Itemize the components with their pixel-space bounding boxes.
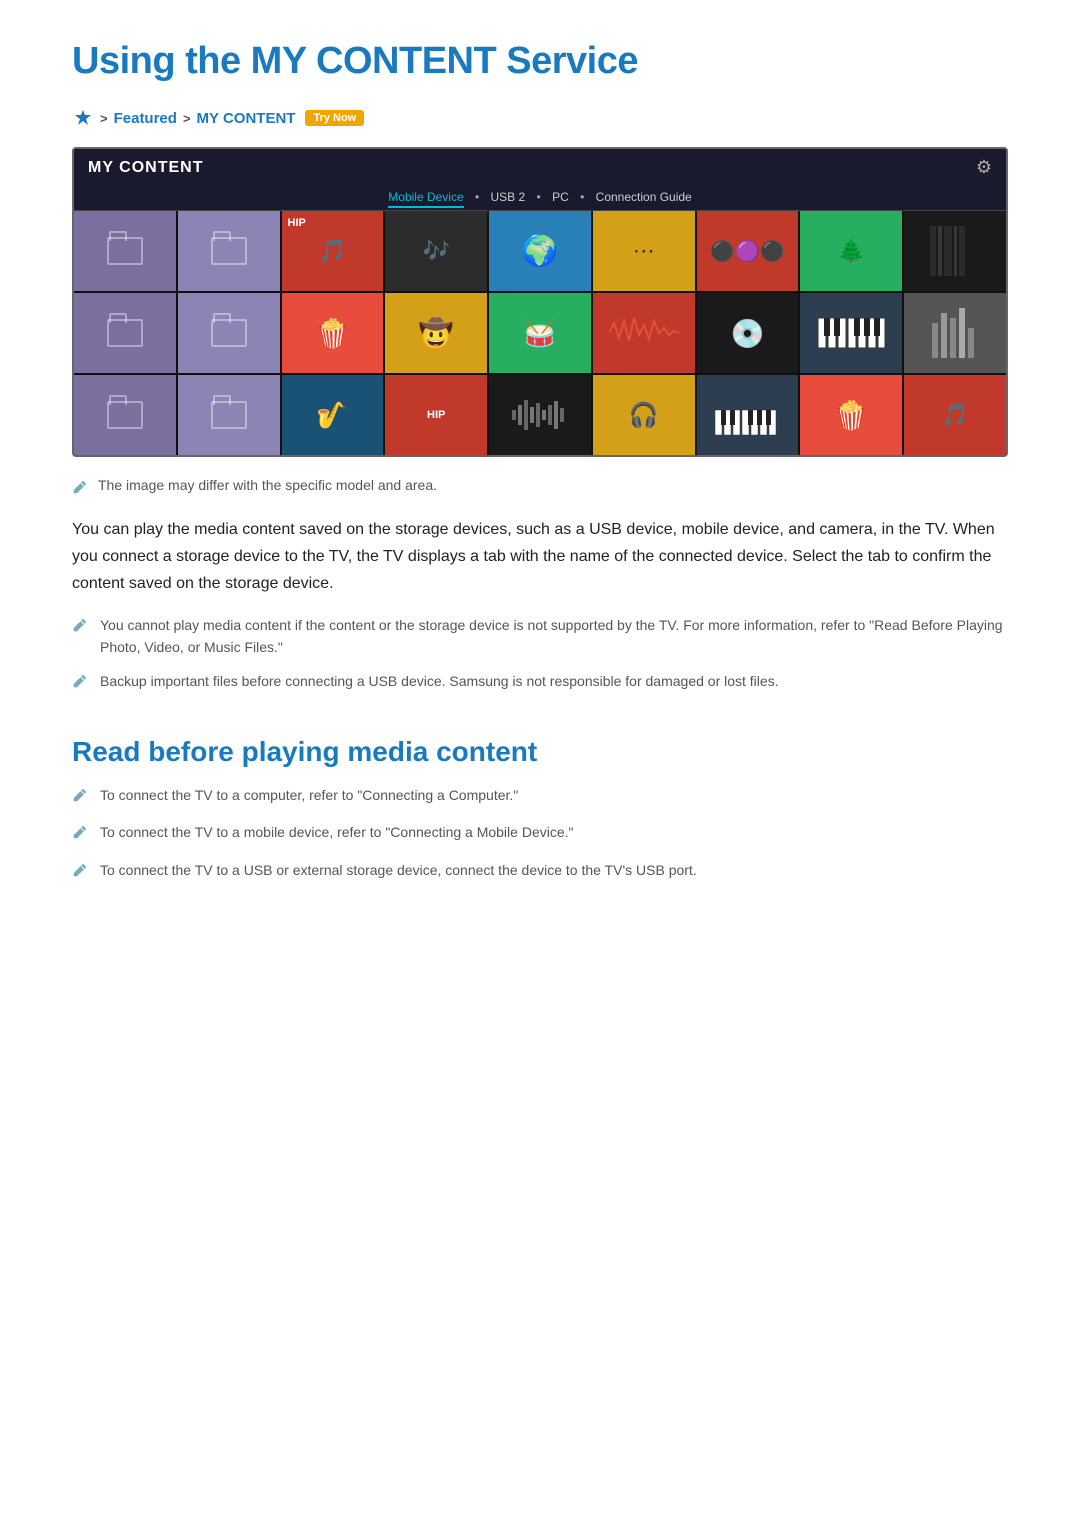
pencil-icon-6 <box>72 862 88 884</box>
section2-item-2: To connect the TV to a mobile device, re… <box>72 821 1008 846</box>
tile-21[interactable]: 🎷 <box>282 375 384 455</box>
tile-16[interactable]: 💿 <box>697 293 799 373</box>
tile-18[interactable] <box>904 293 1006 373</box>
breadcrumb-separator-2: > <box>183 111 191 126</box>
tile-15[interactable] <box>593 293 695 373</box>
tab-usb2[interactable]: USB 2 <box>491 190 526 204</box>
tile-7[interactable]: ⚫🟣⚫ <box>697 211 799 291</box>
section2-item-3: To connect the TV to a USB or external s… <box>72 859 1008 884</box>
panel-header: MY CONTENT ⚙ <box>74 149 1006 186</box>
tab-connection-guide[interactable]: Connection Guide <box>596 190 692 204</box>
panel-title: MY CONTENT <box>88 159 203 177</box>
section2-item-2-text: To connect the TV to a mobile device, re… <box>100 821 573 843</box>
breadcrumb: > Featured > MY CONTENT Try Now <box>72 107 1008 129</box>
media-grid: HIP 🎵 🎶 🌍 ⋯ ⚫🟣⚫ 🌲 <box>74 211 1006 455</box>
tile-22[interactable]: HIP <box>385 375 487 455</box>
breadcrumb-mycontent[interactable]: MY CONTENT <box>197 110 296 127</box>
tile-12[interactable]: 🍿 <box>282 293 384 373</box>
tile-14[interactable]: 🥁 <box>489 293 591 373</box>
image-note-text: The image may differ with the specific m… <box>98 477 437 493</box>
note-1-text: You cannot play media content if the con… <box>100 614 1008 659</box>
tile-6[interactable]: ⋯ <box>593 211 695 291</box>
note-2-text: Backup important files before connecting… <box>100 670 779 692</box>
tile-2[interactable] <box>178 211 280 291</box>
panel-tabs: Mobile Device • USB 2 • PC • Connection … <box>74 186 1006 211</box>
breadcrumb-featured[interactable]: Featured <box>114 110 177 127</box>
tile-8[interactable]: 🌲 <box>800 211 902 291</box>
tile-25[interactable] <box>697 375 799 455</box>
tile-23[interactable] <box>489 375 591 455</box>
pencil-icon-4 <box>72 787 88 809</box>
section2-item-1: To connect the TV to a computer, refer t… <box>72 784 1008 809</box>
tile-26[interactable]: 🍿 <box>800 375 902 455</box>
breadcrumb-separator-1: > <box>100 111 108 126</box>
tile-4[interactable]: 🎶 <box>385 211 487 291</box>
tile-11[interactable] <box>178 293 280 373</box>
tile-10[interactable] <box>74 293 176 373</box>
page-title: Using the MY CONTENT Service <box>72 40 1008 83</box>
try-now-badge[interactable]: Try Now <box>305 110 364 126</box>
section2-title: Read before playing media content <box>72 736 1008 768</box>
tile-13[interactable]: 🤠 <box>385 293 487 373</box>
pencil-icon-2 <box>72 617 88 639</box>
section2-item-1-text: To connect the TV to a computer, refer t… <box>100 784 518 806</box>
tile-3[interactable]: HIP 🎵 <box>282 211 384 291</box>
tile-24[interactable]: 🎧 <box>593 375 695 455</box>
mycontent-panel: MY CONTENT ⚙ Mobile Device • USB 2 • PC … <box>72 147 1008 457</box>
tile-1[interactable] <box>74 211 176 291</box>
pencil-icon-3 <box>72 673 88 695</box>
pencil-icon-1 <box>72 479 88 498</box>
tab-mobile-device[interactable]: Mobile Device <box>388 190 463 208</box>
tab-pc[interactable]: PC <box>552 190 569 204</box>
tile-17[interactable] <box>800 293 902 373</box>
pencil-icon-5 <box>72 824 88 846</box>
section2-item-3-text: To connect the TV to a USB or external s… <box>100 859 697 881</box>
tile-9[interactable] <box>904 211 1006 291</box>
image-note: The image may differ with the specific m… <box>72 477 1008 498</box>
tile-20[interactable] <box>178 375 280 455</box>
tile-5[interactable]: 🌍 <box>489 211 591 291</box>
main-paragraph: You can play the media content saved on … <box>72 516 1008 598</box>
note-item-2: Backup important files before connecting… <box>72 670 1008 695</box>
tile-19[interactable] <box>74 375 176 455</box>
note-item-1: You cannot play media content if the con… <box>72 614 1008 659</box>
gear-icon[interactable]: ⚙ <box>976 157 992 178</box>
breadcrumb-icon <box>72 107 94 129</box>
tile-27[interactable]: 🎵 <box>904 375 1006 455</box>
